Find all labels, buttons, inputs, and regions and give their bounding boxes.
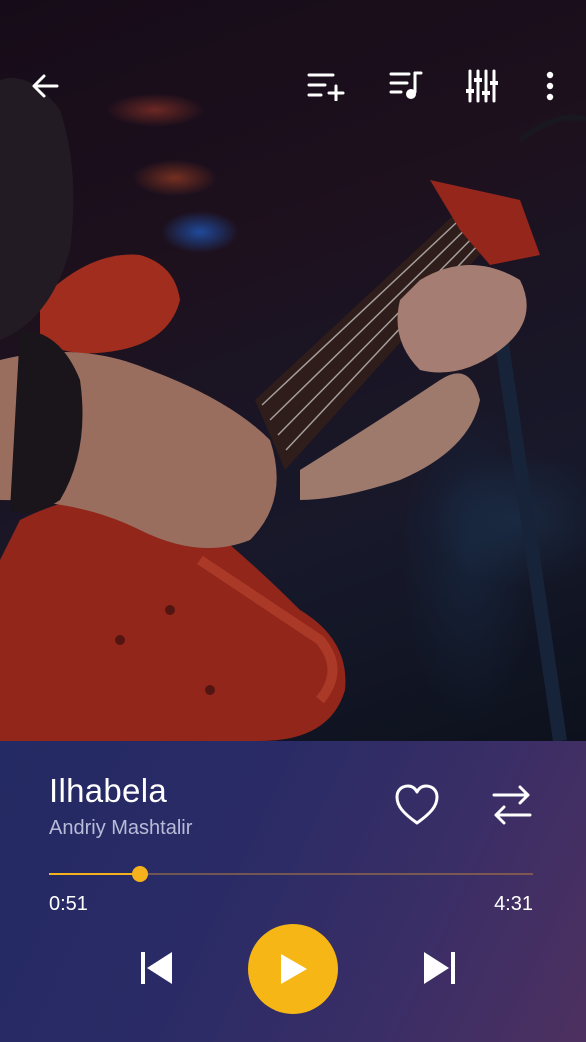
equalizer-button[interactable] bbox=[460, 64, 504, 108]
top-app-bar bbox=[0, 0, 586, 170]
seek-bar[interactable] bbox=[49, 866, 533, 882]
equalizer-icon bbox=[466, 69, 498, 103]
repeat-button[interactable] bbox=[490, 783, 534, 827]
queue-button[interactable] bbox=[384, 64, 428, 108]
seek-bar-progress bbox=[49, 873, 140, 875]
previous-button[interactable] bbox=[136, 948, 176, 988]
queue-music-icon bbox=[389, 71, 423, 99]
favorite-button[interactable] bbox=[393, 783, 441, 829]
seek-bar-thumb[interactable] bbox=[131, 866, 148, 882]
track-title: Ilhabela bbox=[49, 772, 167, 809]
heart-icon bbox=[395, 784, 439, 825]
back-arrow-icon bbox=[32, 74, 59, 98]
back-button[interactable] bbox=[23, 64, 67, 108]
total-duration: 4:31 bbox=[494, 893, 533, 915]
elapsed-time: 0:51 bbox=[49, 893, 88, 915]
more-vertical-icon bbox=[546, 71, 554, 101]
skip-previous-icon bbox=[141, 952, 172, 984]
play-icon bbox=[281, 954, 307, 984]
play-button[interactable] bbox=[248, 924, 338, 1014]
repeat-icon bbox=[492, 785, 532, 825]
add-to-playlist-icon bbox=[307, 73, 345, 101]
track-artist: Andriy Mashtalir bbox=[49, 817, 193, 839]
more-options-button[interactable] bbox=[528, 64, 572, 108]
skip-next-icon bbox=[424, 952, 455, 984]
next-button[interactable] bbox=[420, 948, 460, 988]
player-panel: Ilhabela Andriy Mashtalir 0:51 4:31 bbox=[0, 741, 586, 1042]
add-to-playlist-button[interactable] bbox=[304, 64, 348, 108]
